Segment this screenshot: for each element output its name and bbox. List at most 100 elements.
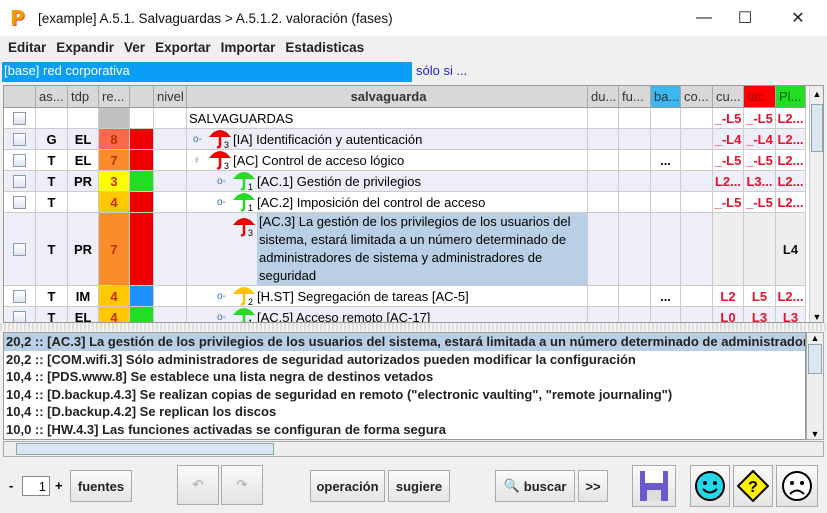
row-checkbox[interactable] (13, 111, 26, 125)
status-color-cell (130, 129, 154, 150)
page-input[interactable] (22, 476, 50, 496)
buscar-button[interactable]: 🔍 buscar (495, 470, 575, 502)
close-button[interactable]: ✕ (778, 4, 818, 32)
safeguard-cell[interactable]: o- 2 [H.ST] Segregación de tareas [AC-5] (187, 286, 588, 307)
row-checkbox[interactable] (13, 289, 26, 303)
scroll-up-arrow-icon[interactable]: ▲ (810, 86, 823, 102)
cu-cell: L0 (713, 307, 744, 322)
key-icon[interactable]: o- (217, 291, 231, 302)
menu-exportar[interactable]: Exportar (155, 40, 211, 55)
select-cell[interactable] (4, 129, 36, 150)
safeguard-cell[interactable]: o- 1 [AC.1] Gestión de privilegios (187, 171, 588, 192)
du-cell (588, 171, 619, 192)
solo-si-link[interactable]: sólo si ... (416, 63, 467, 78)
column-header-asset[interactable]: as... (36, 86, 68, 108)
menu-editar[interactable]: Editar (8, 40, 46, 55)
operacion-button[interactable]: operación (310, 470, 385, 502)
minimize-button[interactable]: — (684, 4, 724, 32)
decrease-button[interactable]: - (9, 478, 13, 493)
suggestion-item[interactable]: 20,2 :: [AC.3] La gestión de los privile… (4, 333, 805, 351)
select-cell[interactable] (4, 108, 36, 129)
scrollbar-thumb[interactable] (811, 104, 823, 152)
split-pane-divider[interactable] (0, 323, 827, 331)
safeguard-cell[interactable]: 3 [AC.3] La gestión de los privilegios de… (187, 213, 588, 286)
sugiere-button[interactable]: sugiere (388, 470, 450, 502)
increase-button[interactable]: + (55, 478, 63, 493)
column-header-tar[interactable]: tar... (744, 86, 776, 108)
column-header-risk[interactable]: re... (99, 86, 130, 108)
help-button[interactable]: ? (733, 465, 773, 507)
safeguard-cell[interactable]: o- 3 [IA] Identificación y autenticación (187, 129, 588, 150)
safeguard-cell[interactable]: o- 1 [AC.2] Imposición del control de acce… (187, 192, 588, 213)
umbrella-icon: 2 (233, 286, 255, 306)
suggestion-item[interactable]: 10,4 :: [D.backup.4.3] Se realizan copia… (4, 386, 805, 404)
ba-cell (651, 307, 681, 322)
menu-importar[interactable]: Importar (221, 40, 276, 55)
nivel-cell (154, 286, 187, 307)
list-vertical-scrollbar[interactable]: ▲ ▼ (806, 332, 824, 440)
tdp-cell (68, 108, 99, 129)
row-checkbox[interactable] (13, 153, 26, 167)
suggestion-item[interactable]: 10,4 :: [D.backup.4.2] Se replican los d… (4, 403, 805, 421)
sad-face-button[interactable] (776, 465, 818, 507)
select-cell[interactable] (4, 286, 36, 307)
scroll-up-arrow-icon[interactable]: ▲ (807, 333, 823, 343)
base-selector[interactable]: [base] red corporativa (2, 62, 412, 82)
column-header-pl[interactable]: Pl... (776, 86, 806, 108)
column-header-tdp[interactable]: tdp (68, 86, 99, 108)
fuentes-button[interactable]: fuentes (70, 470, 132, 502)
column-header-co[interactable]: co... (681, 86, 713, 108)
happy-face-button[interactable] (690, 465, 730, 507)
column-header-fu[interactable]: fu... (619, 86, 651, 108)
select-cell[interactable] (4, 192, 36, 213)
key-icon[interactable]: o- (217, 176, 231, 187)
menu-estadisticas[interactable]: Estadisticas (285, 40, 364, 55)
undo-button[interactable]: ↶ (177, 465, 219, 505)
scroll-down-arrow-icon[interactable]: ▼ (807, 429, 823, 439)
asset-cell: G (36, 129, 68, 150)
menu-expandir[interactable]: Expandir (56, 40, 114, 55)
select-cell[interactable] (4, 171, 36, 192)
row-checkbox[interactable] (13, 242, 26, 256)
column-header-select[interactable] (4, 86, 36, 108)
scrollbar-thumb[interactable] (16, 443, 274, 455)
menu-ver[interactable]: Ver (124, 40, 145, 55)
row-checkbox[interactable] (13, 310, 26, 322)
table-vertical-scrollbar[interactable]: ▲ ▼ (809, 86, 823, 322)
expanded-key-icon[interactable]: ♀ (193, 155, 207, 166)
scroll-down-arrow-icon[interactable]: ▼ (810, 312, 823, 322)
key-icon[interactable]: o- (217, 312, 231, 323)
suggestion-item[interactable]: 10,0 :: [HW.4.3] Las funciones activadas… (4, 421, 805, 439)
fu-cell (619, 129, 651, 150)
column-header-salvaguarda[interactable]: salvaguarda (187, 86, 588, 108)
redo-button[interactable]: ↷ (221, 465, 263, 505)
suggestion-item[interactable]: 20,2 :: [COM.wifi.3] Sólo administradore… (4, 351, 805, 369)
column-header-ba[interactable]: ba... (651, 86, 681, 108)
key-icon[interactable]: o- (193, 134, 207, 145)
select-cell[interactable] (4, 213, 36, 286)
column-header-status[interactable] (130, 86, 154, 108)
row-checkbox[interactable] (13, 132, 26, 146)
select-cell[interactable] (4, 150, 36, 171)
suggestion-item[interactable]: 10,4 :: [PDS.www.8] Se establece una lis… (4, 368, 805, 386)
list-horizontal-scrollbar[interactable] (3, 441, 824, 457)
fu-cell (619, 171, 651, 192)
safeguard-cell[interactable]: o- 1 [AC.5] Acceso remoto [AC-17] (187, 307, 588, 323)
risk-cell: 7 (99, 213, 130, 286)
row-checkbox[interactable] (13, 174, 26, 188)
save-button[interactable] (632, 465, 676, 507)
safeguard-cell[interactable]: ♀ 3 [AC] Control de acceso lógico (187, 150, 588, 171)
key-icon[interactable]: o- (217, 197, 231, 208)
scrollbar-thumb[interactable] (808, 344, 822, 374)
app-logo-icon: P (10, 6, 25, 30)
select-cell[interactable] (4, 307, 36, 322)
column-header-du[interactable]: du... (588, 86, 619, 108)
maximize-button[interactable]: ☐ (725, 4, 765, 32)
fu-cell (619, 286, 651, 307)
tdp-cell: EL (68, 150, 99, 171)
row-checkbox[interactable] (13, 195, 26, 209)
safeguard-cell[interactable]: SALVAGUARDAS (187, 108, 588, 129)
column-header-cu[interactable]: cu... (713, 86, 744, 108)
column-header-nivel[interactable]: nivel (154, 86, 187, 108)
more-button[interactable]: >> (578, 470, 608, 502)
